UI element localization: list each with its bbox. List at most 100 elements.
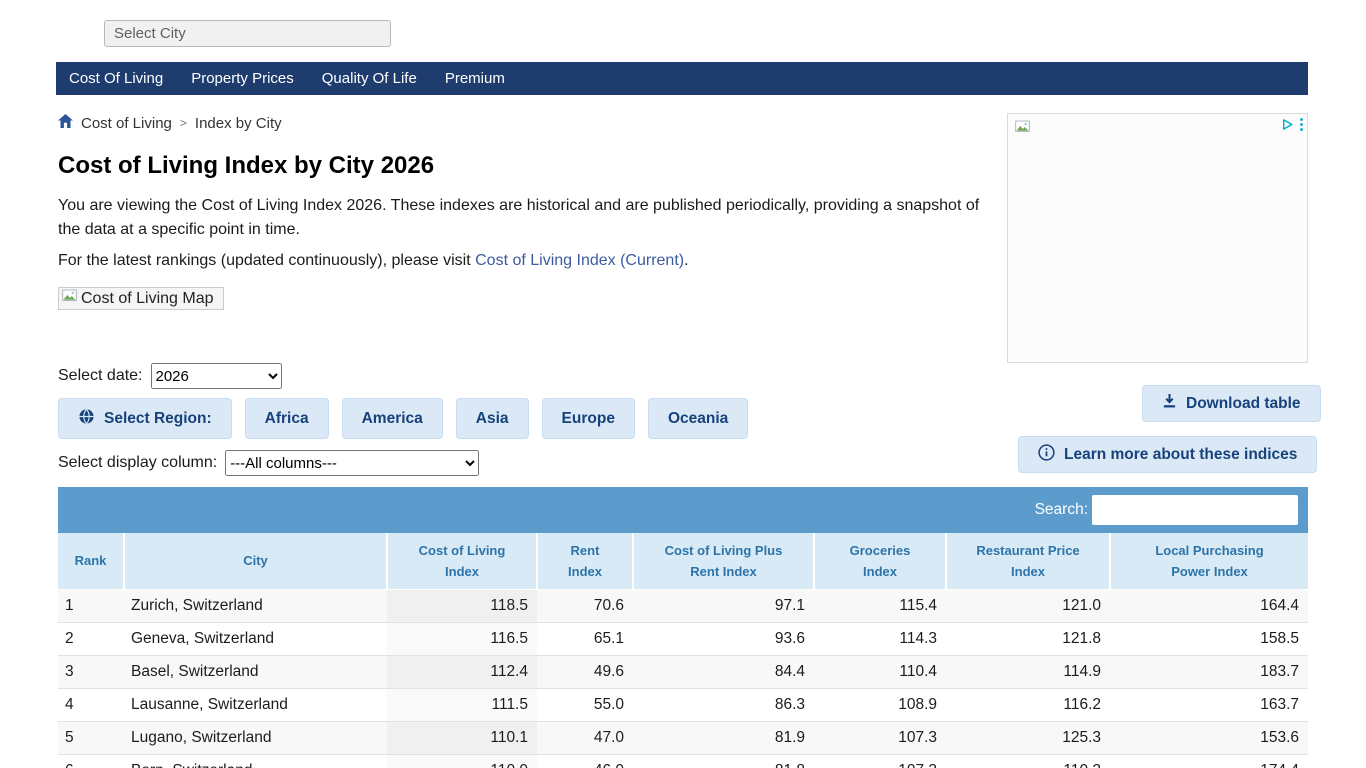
local-purchasing-power-index-cell: 183.7 — [1110, 655, 1308, 688]
rank-cell: 2 — [58, 622, 124, 655]
nav-cost-of-living[interactable]: Cost Of Living — [56, 70, 177, 87]
breadcrumb-index-by-city[interactable]: Index by City — [195, 115, 282, 132]
breadcrumb-separator: > — [180, 116, 187, 130]
current-index-link[interactable]: Cost of Living Index (Current) — [475, 252, 684, 269]
col-plus-rent-index-cell: 86.3 — [633, 688, 814, 721]
page: Cost Of Living Property Prices Quality O… — [0, 0, 1366, 768]
download-icon — [1162, 393, 1177, 414]
nav-property-prices[interactable]: Property Prices — [177, 70, 308, 87]
restaurant-price-index-cell: 121.8 — [946, 622, 1110, 655]
groceries-index-cell: 114.3 — [814, 622, 946, 655]
breadcrumb-cost-of-living[interactable]: Cost of Living — [81, 115, 172, 132]
rank-cell: 6 — [58, 754, 124, 768]
table-search-bar: Search: — [58, 487, 1308, 533]
search-label: Search: — [1035, 501, 1088, 519]
table-row: 3 Basel, Switzerland 112.4 49.6 84.4 110… — [58, 655, 1308, 688]
region-button-asia[interactable]: Asia — [456, 398, 529, 439]
select-city-input[interactable] — [104, 20, 391, 47]
learn-more-button[interactable]: Learn more about these indices — [1018, 436, 1317, 473]
region-button-oceania[interactable]: Oceania — [648, 398, 748, 439]
local-purchasing-power-index-cell: 158.5 — [1110, 622, 1308, 655]
home-icon[interactable] — [58, 114, 73, 132]
restaurant-price-index-cell: 121.0 — [946, 589, 1110, 622]
intro-paragraph: You are viewing the Cost of Living Index… — [58, 194, 998, 242]
restaurant-price-index-cell: 116.2 — [946, 688, 1110, 721]
download-table-button[interactable]: Download table — [1142, 385, 1321, 422]
cost-of-living-map-broken-image: Cost of Living Map — [58, 287, 224, 310]
latest-rankings-text: For the latest rankings (updated continu… — [58, 252, 475, 269]
table-row: 5 Lugano, Switzerland 110.1 47.0 81.9 10… — [58, 721, 1308, 754]
table-search-input[interactable] — [1092, 495, 1298, 525]
rent-index-cell: 65.1 — [537, 622, 633, 655]
display-column-label: Select display column: — [58, 454, 217, 472]
latest-rankings-period: . — [684, 252, 688, 269]
restaurant-price-index-cell: 114.9 — [946, 655, 1110, 688]
main-nav: Cost Of Living Property Prices Quality O… — [56, 62, 1308, 95]
col-header-col-plus-rent-index[interactable]: Cost of Living PlusRent Index — [633, 533, 814, 589]
rent-index-cell: 47.0 — [537, 721, 633, 754]
select-date-label: Select date: — [58, 367, 143, 385]
col-header-rank[interactable]: Rank — [58, 533, 124, 589]
rent-index-cell: 70.6 — [537, 589, 633, 622]
select-region-button[interactable]: Select Region: — [58, 398, 232, 439]
broken-image-icon — [1015, 120, 1030, 139]
region-button-africa[interactable]: Africa — [245, 398, 329, 439]
local-purchasing-power-index-cell: 164.4 — [1110, 589, 1308, 622]
region-button-america[interactable]: America — [342, 398, 443, 439]
groceries-index-cell: 108.9 — [814, 688, 946, 721]
groceries-index-cell: 107.3 — [814, 721, 946, 754]
kebab-menu-icon[interactable] — [1299, 117, 1304, 137]
col-header-cost-of-living-index[interactable]: Cost of LivingIndex — [387, 533, 537, 589]
globe-icon — [78, 408, 95, 430]
local-purchasing-power-index-cell: 163.7 — [1110, 688, 1308, 721]
display-column-dropdown[interactable]: ---All columns--- — [225, 450, 479, 476]
select-date-dropdown[interactable]: 2026 — [151, 363, 282, 389]
date-selector-row: Select date: 2026 — [58, 363, 282, 389]
region-button-europe[interactable]: Europe — [542, 398, 635, 439]
city-cell: Bern, Switzerland — [124, 754, 387, 768]
col-plus-rent-index-cell: 81.9 — [633, 721, 814, 754]
cost-of-living-index-cell: 116.5 — [387, 622, 537, 655]
cost-of-living-index-cell: 112.4 — [387, 655, 537, 688]
rank-cell: 5 — [58, 721, 124, 754]
local-purchasing-power-index-cell: 174.4 — [1110, 754, 1308, 768]
nav-quality-of-life[interactable]: Quality Of Life — [308, 70, 431, 87]
nav-premium[interactable]: Premium — [431, 70, 519, 87]
rank-cell: 3 — [58, 655, 124, 688]
breadcrumb: Cost of Living > Index by City — [58, 114, 282, 132]
col-header-groceries-index[interactable]: GroceriesIndex — [814, 533, 946, 589]
col-header-rent-index[interactable]: RentIndex — [537, 533, 633, 589]
select-region-label: Select Region: — [104, 410, 212, 428]
rent-index-cell: 55.0 — [537, 688, 633, 721]
rank-cell: 1 — [58, 589, 124, 622]
local-purchasing-power-index-cell: 153.6 — [1110, 721, 1308, 754]
cost-of-living-index-cell: 110.1 — [387, 721, 537, 754]
map-alt-text: Cost of Living Map — [81, 290, 214, 308]
groceries-index-cell: 107.3 — [814, 754, 946, 768]
download-table-label: Download table — [1186, 395, 1301, 413]
broken-image-icon — [62, 289, 77, 308]
col-header-restaurant-price-index[interactable]: Restaurant PriceIndex — [946, 533, 1110, 589]
rank-cell: 4 — [58, 688, 124, 721]
display-column-row: Select display column: ---All columns--- — [58, 450, 479, 476]
rent-index-cell: 46.0 — [537, 754, 633, 768]
table-row: 4 Lausanne, Switzerland 111.5 55.0 86.3 … — [58, 688, 1308, 721]
latest-rankings-paragraph: For the latest rankings (updated continu… — [58, 252, 998, 270]
col-header-city[interactable]: City — [124, 533, 387, 589]
col-plus-rent-index-cell: 93.6 — [633, 622, 814, 655]
city-cell: Lausanne, Switzerland — [124, 688, 387, 721]
cost-of-living-index-cell: 110.0 — [387, 754, 537, 768]
table-row: 2 Geneva, Switzerland 116.5 65.1 93.6 11… — [58, 622, 1308, 655]
page-title: Cost of Living Index by City 2026 — [58, 152, 434, 180]
col-header-local-purchasing-power-index[interactable]: Local PurchasingPower Index — [1110, 533, 1308, 589]
adchoices-icon[interactable] — [1281, 118, 1294, 136]
col-plus-rent-index-cell: 81.8 — [633, 754, 814, 768]
rent-index-cell: 49.6 — [537, 655, 633, 688]
groceries-index-cell: 115.4 — [814, 589, 946, 622]
city-cell: Zurich, Switzerland — [124, 589, 387, 622]
cost-of-living-index-cell: 111.5 — [387, 688, 537, 721]
table-row: 1 Zurich, Switzerland 118.5 70.6 97.1 11… — [58, 589, 1308, 622]
restaurant-price-index-cell: 110.2 — [946, 754, 1110, 768]
cost-of-living-index-cell: 118.5 — [387, 589, 537, 622]
city-cell: Basel, Switzerland — [124, 655, 387, 688]
